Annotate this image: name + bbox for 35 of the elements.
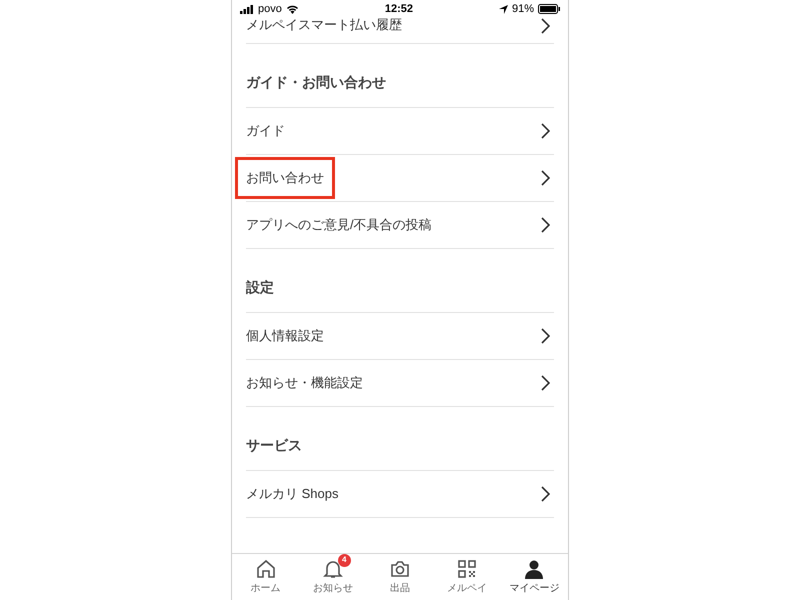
location-arrow-icon bbox=[498, 4, 508, 14]
chevron-icon bbox=[541, 18, 550, 34]
section-header: サービス bbox=[246, 436, 302, 455]
chevron-icon bbox=[541, 486, 550, 502]
signal-icon bbox=[240, 4, 254, 14]
chevron-icon bbox=[541, 123, 550, 139]
notification-badge: 4 bbox=[338, 554, 351, 566]
chevron-icon bbox=[541, 375, 550, 391]
chevron-icon bbox=[541, 217, 550, 233]
chevron-icon bbox=[541, 170, 550, 186]
carrier-name: povo bbox=[258, 2, 282, 17]
tab-bar-item[interactable]: メルペイ bbox=[434, 554, 501, 600]
qr-code-icon bbox=[457, 558, 478, 578]
menu-item[interactable]: お知らせ・機能設定 bbox=[246, 373, 363, 393]
menu-item[interactable]: メルペイスマート払い履歴 bbox=[246, 18, 402, 32]
battery-percent: 91% bbox=[512, 2, 534, 17]
tab-bar-item[interactable]: 出品 bbox=[366, 554, 434, 600]
tab-bar-item[interactable]: 4 お知らせ bbox=[299, 554, 366, 600]
menu-item[interactable]: ガイド bbox=[246, 121, 285, 141]
chevron-icon bbox=[541, 328, 550, 344]
wifi-icon bbox=[286, 4, 299, 14]
tab-bar-item[interactable]: マイページ bbox=[500, 554, 568, 600]
menu-item[interactable]: お問い合わせ bbox=[235, 157, 335, 199]
battery-icon bbox=[538, 4, 560, 14]
bell-icon bbox=[322, 558, 343, 578]
menu-item[interactable]: メルカリ Shops bbox=[246, 484, 338, 504]
clock-time: 12:52 bbox=[384, 2, 413, 17]
menu-item[interactable]: アプリへのご意見/不具合の投稿 bbox=[246, 215, 432, 235]
section-header: ガイド・お問い合わせ bbox=[246, 73, 386, 92]
person-icon bbox=[524, 558, 544, 578]
camera-icon bbox=[390, 558, 410, 578]
section-header: 設定 bbox=[246, 278, 274, 297]
tab-bar-item[interactable]: ホーム bbox=[232, 554, 300, 600]
home-icon bbox=[256, 558, 276, 578]
menu-item[interactable]: 個人情報設定 bbox=[246, 326, 324, 346]
